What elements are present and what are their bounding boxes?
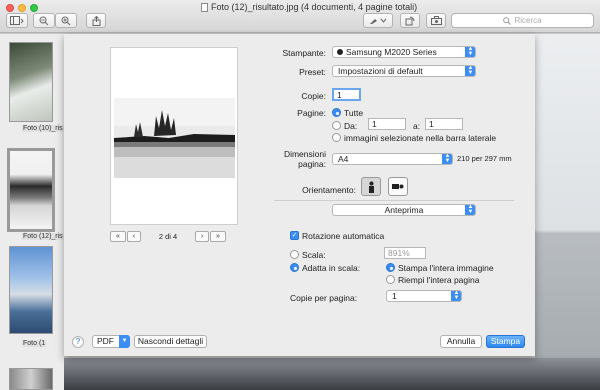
zoom-out-icon [39, 16, 49, 25]
pages-selected-radio[interactable] [332, 133, 341, 142]
window-title: Foto (12)_risultato.jpg (4 documenti, 4 … [211, 2, 418, 12]
chevron-updown-icon: ▲ ▼ [465, 47, 475, 57]
landscape-person-icon [392, 184, 404, 189]
document-icon [201, 3, 208, 12]
copies-per-page-label: Copie per pagina: [290, 293, 358, 303]
close-window-button[interactable] [6, 4, 14, 12]
search-input[interactable]: Ricerca [451, 13, 594, 28]
pages-to-input[interactable]: 1 [425, 118, 463, 130]
paper-dimensions: 210 per 297 mm [457, 154, 512, 163]
window-titlebar: Foto (12)_risultato.jpg (4 documenti, 4 … [0, 0, 600, 33]
thumbnail-foto-1[interactable] [9, 246, 53, 334]
print-entire-image-radio[interactable] [386, 263, 395, 272]
fill-entire-page-label: Riempi l'intera pagina [398, 275, 480, 285]
fit-to-scale-radio[interactable] [290, 263, 299, 272]
printer-icon [337, 49, 343, 55]
fill-entire-page-radio[interactable] [386, 275, 395, 284]
pages-selected-label: immagini selezionate nella barra lateral… [344, 133, 497, 143]
copies-per-page-value: 1 [392, 291, 397, 301]
section-divider [274, 200, 514, 201]
copies-label: Copie: [301, 91, 326, 101]
portrait-person-icon [368, 181, 374, 193]
chevron-updown-icon: ▲ ▼ [442, 154, 452, 164]
scale-label: Scala: [302, 250, 326, 260]
thumbnail-label: Foto (10)_ris [22, 125, 64, 132]
copies-per-page-popup[interactable]: 1 ▲ ▼ [386, 290, 462, 302]
hide-details-button[interactable]: Nascondi dettagli [134, 335, 207, 348]
chevron-updown-icon: ▲ ▼ [465, 66, 475, 76]
pages-all-radio[interactable] [332, 108, 341, 117]
sidebar-toggle-button[interactable] [6, 13, 28, 28]
section-value: Anteprima [384, 205, 424, 215]
auto-rotate-label: Rotazione automatica [302, 231, 385, 241]
zoom-in-icon [61, 16, 71, 25]
auto-rotate-checkbox[interactable]: ✓ [290, 231, 299, 240]
scale-radio[interactable] [290, 250, 299, 259]
previous-page-button[interactable]: ‹ [127, 231, 141, 242]
fit-to-scale-label: Adatta in scala: [302, 263, 361, 273]
print-button[interactable]: Stampa [486, 335, 525, 348]
print-preview-page [110, 47, 238, 225]
toolbox-button[interactable] [426, 13, 446, 28]
thumbnail-foto-next[interactable] [9, 368, 53, 390]
print-entire-image-label: Stampa l'intera immagine [398, 263, 494, 273]
zoom-in-button[interactable] [55, 13, 77, 28]
background-image [535, 34, 600, 390]
preview-photo [114, 98, 235, 178]
help-button[interactable]: ? [72, 336, 84, 348]
print-dialog: « ‹ 2 di 4 › » Stampante: Samsung M2020 … [64, 34, 535, 356]
copies-input[interactable]: 1 [332, 88, 361, 101]
preset-popup[interactable]: Impostazioni di default ▲ ▼ [332, 65, 476, 77]
rotate-icon [405, 16, 415, 25]
printer-label: Stampante: [282, 48, 326, 58]
cancel-button[interactable]: Annulla [440, 335, 482, 348]
background-image-bottom [64, 358, 600, 390]
chevron-updown-icon: ▲ ▼ [451, 291, 461, 301]
first-page-button[interactable]: « [110, 231, 126, 242]
thumbnail-foto-12[interactable] [7, 148, 55, 232]
preset-value: Impostazioni di default [338, 66, 423, 76]
pages-from-label: Da: [344, 121, 358, 131]
pen-icon [370, 18, 387, 24]
next-page-button[interactable]: › [195, 231, 209, 242]
pages-all-label: Tutte [344, 108, 364, 118]
share-icon [92, 15, 100, 26]
last-page-button[interactable]: » [210, 231, 226, 242]
scale-input[interactable]: 891% [384, 247, 426, 259]
pdf-label: PDF [97, 336, 114, 346]
search-icon [503, 16, 512, 25]
markup-button[interactable] [363, 13, 393, 28]
pdf-menu-button[interactable]: PDF ▼ [92, 335, 130, 348]
paper-size-value: A4 [338, 154, 349, 164]
paper-size-popup[interactable]: A4 ▲ ▼ [332, 153, 453, 165]
printer-popup[interactable]: Samsung M2020 Series ▲ ▼ [332, 46, 476, 58]
preset-label: Preset: [299, 67, 326, 77]
pages-label: Pagine: [297, 108, 326, 118]
page-indicator: 2 di 4 [158, 232, 178, 241]
pages-from-input[interactable]: 1 [368, 118, 406, 130]
orientation-label: Orientamento: [302, 185, 356, 195]
printer-value: Samsung M2020 Series [346, 47, 437, 57]
pages-range-radio[interactable] [332, 121, 341, 130]
thumbnail-label: Foto (1 [22, 340, 47, 347]
toolbox-icon [430, 16, 442, 25]
pages-to-label: a: [413, 121, 421, 131]
paper-size-label: Dimensioni pagina: [283, 149, 326, 169]
chevron-updown-icon: ▲ ▼ [465, 205, 475, 215]
zoom-out-button[interactable] [33, 13, 55, 28]
preview-pager: « ‹ 2 di 4 › » [110, 231, 226, 242]
landscape-orientation-button[interactable] [388, 177, 408, 196]
zoom-window-button[interactable] [30, 4, 38, 12]
search-placeholder: Ricerca [514, 16, 542, 25]
thumbnail-foto-10[interactable] [9, 42, 53, 122]
thumbnail-sidebar: Foto (10)_ris Foto (12)_ris Foto (1 [0, 34, 64, 390]
section-popup[interactable]: Anteprima ▲ ▼ [332, 204, 476, 216]
portrait-orientation-button[interactable] [361, 177, 381, 196]
share-button[interactable] [86, 13, 106, 28]
thumbnail-label: Foto (12)_ris [22, 233, 64, 240]
chevron-down-icon: ▼ [119, 335, 130, 348]
sidebar-icon [10, 16, 24, 25]
minimize-window-button[interactable] [18, 4, 26, 12]
rotate-button[interactable] [400, 13, 420, 28]
